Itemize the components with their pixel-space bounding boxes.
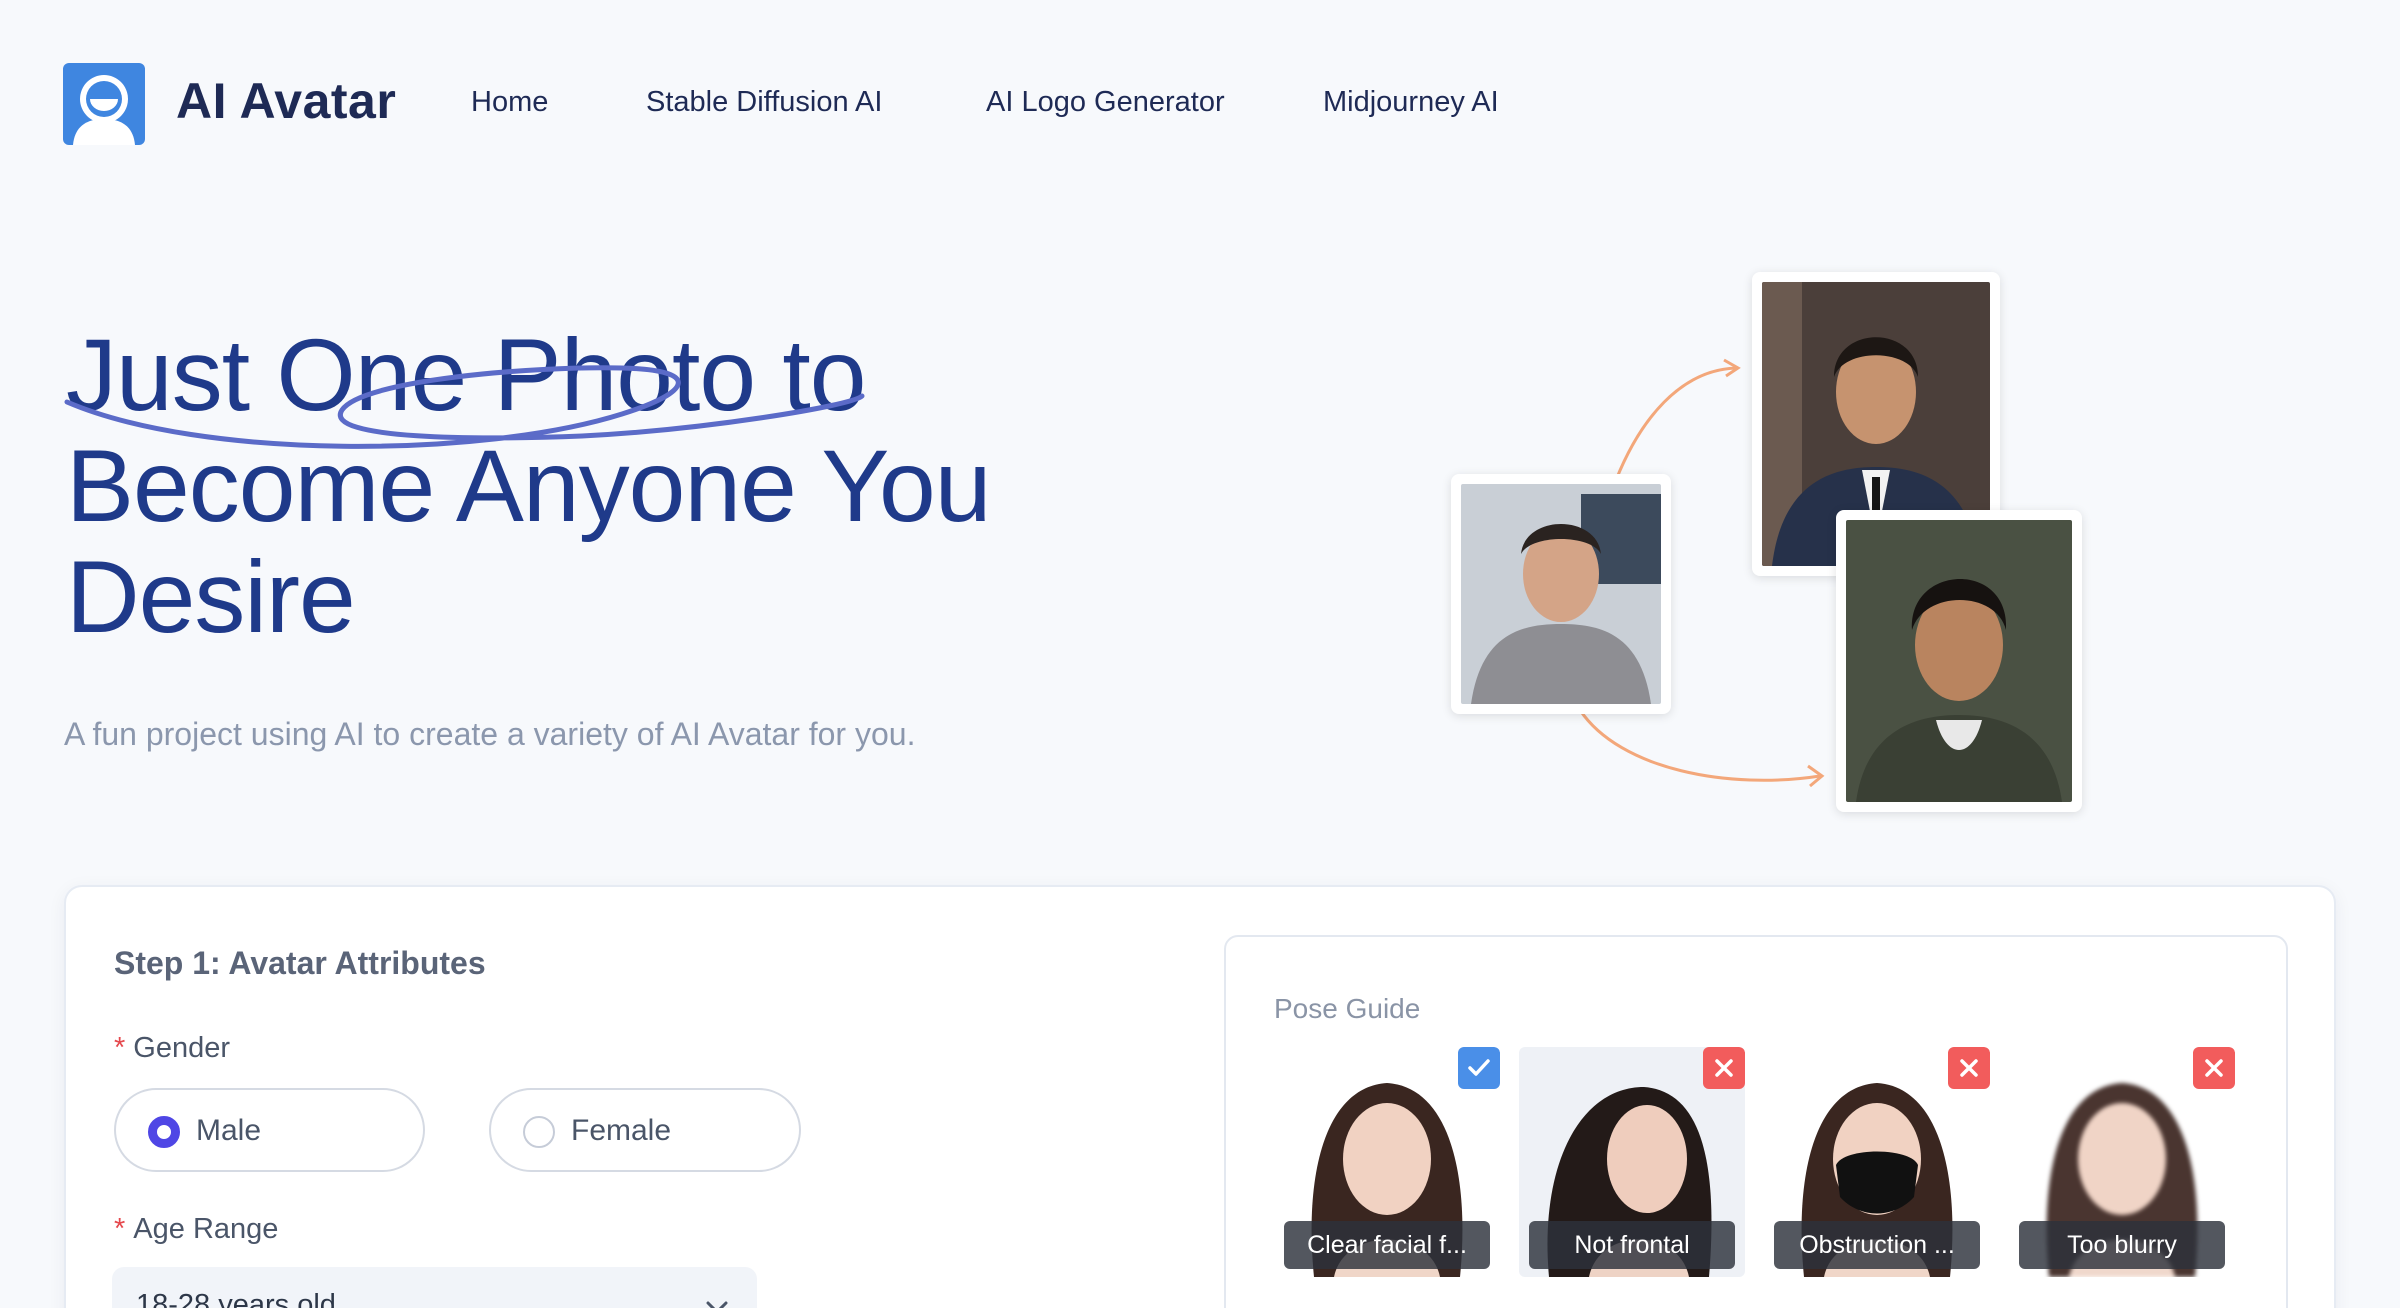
chevron-down-icon[interactable] — [703, 1293, 731, 1308]
radio-unchecked-icon[interactable] — [523, 1116, 555, 1148]
pose-caption: Clear facial f... — [1284, 1221, 1490, 1269]
nav-ai-logo-generator[interactable]: AI Logo Generator — [986, 86, 1225, 119]
check-badge — [1458, 1047, 1500, 1089]
required-marker: * — [114, 1032, 126, 1064]
nav-stable-diffusion[interactable]: Stable Diffusion AI — [646, 86, 882, 119]
age-range-value: 18-28 years old — [136, 1289, 336, 1308]
pose-example-obstruction: Obstruction ... — [1764, 1047, 1990, 1277]
nav-home[interactable]: Home — [471, 86, 548, 119]
gender-option-label: Male — [196, 1114, 262, 1147]
avatar-logo-icon[interactable] — [63, 63, 145, 145]
age-range-label: * Age Range — [114, 1213, 279, 1245]
pose-caption: Too blurry — [2019, 1221, 2225, 1269]
pose-example-not-frontal: Not frontal — [1519, 1047, 1745, 1277]
pose-example-clear: Clear facial f... — [1274, 1047, 1500, 1277]
hero-title-line-1: Just One Photo to — [66, 318, 867, 432]
close-icon — [1715, 1059, 1733, 1077]
brand-name[interactable]: AI Avatar — [176, 72, 396, 130]
hero-title-line-3: Desire — [66, 540, 356, 654]
age-range-select[interactable]: 18-28 years old — [112, 1267, 757, 1308]
source-photo — [1451, 474, 1671, 714]
gender-option-male[interactable]: Male — [114, 1088, 425, 1172]
close-icon — [2205, 1059, 2223, 1077]
gender-label: * Gender — [114, 1032, 231, 1064]
result-photo-casual — [1836, 510, 2082, 812]
radio-checked-icon[interactable] — [148, 1116, 180, 1148]
gender-option-label: Female — [571, 1114, 672, 1147]
hero-subtitle: A fun project using AI to create a varie… — [64, 716, 916, 752]
hero-title: Just One Photo to Become Anyone You Desi… — [66, 320, 1166, 653]
pose-example-blurry: Too blurry — [2009, 1047, 2235, 1277]
nav-midjourney[interactable]: Midjourney AI — [1323, 86, 1499, 119]
gender-option-female[interactable]: Female — [489, 1088, 801, 1172]
required-marker: * — [114, 1213, 126, 1245]
pose-guide-title: Pose Guide — [1274, 993, 1421, 1024]
check-icon — [1468, 1059, 1490, 1076]
pose-caption: Obstruction ... — [1774, 1221, 1980, 1269]
hero-title-line-2: Become Anyone You — [66, 429, 991, 543]
close-icon — [1960, 1059, 1978, 1077]
close-badge — [1948, 1047, 1990, 1089]
close-badge — [1703, 1047, 1745, 1089]
step-1-title: Step 1: Avatar Attributes — [114, 945, 486, 981]
source-photo-image — [1461, 484, 1661, 704]
close-badge — [2193, 1047, 2235, 1089]
pose-caption: Not frontal — [1529, 1221, 1735, 1269]
result-photo-casual-image — [1846, 520, 2072, 802]
